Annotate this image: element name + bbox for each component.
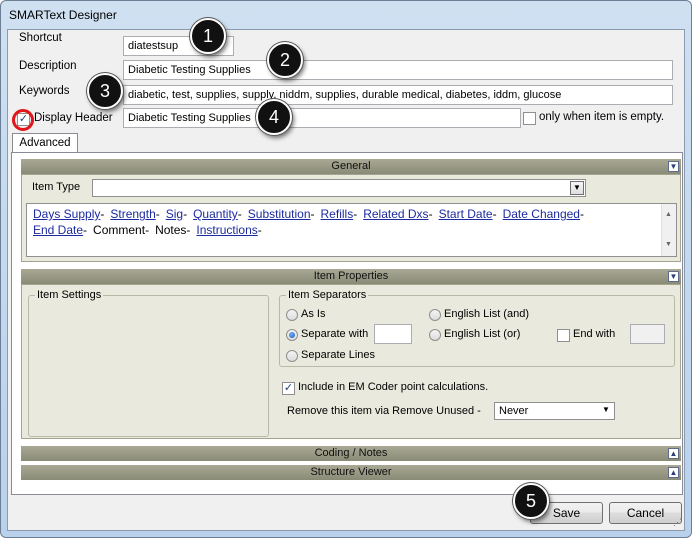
memo-scrollbar[interactable]: ▲ ▼ bbox=[661, 204, 676, 256]
end-with-checkbox[interactable] bbox=[557, 329, 570, 342]
item-type-label: Item Type bbox=[32, 181, 81, 193]
token-separator: - bbox=[310, 207, 315, 221]
token-separator: - bbox=[83, 223, 88, 237]
separate-lines-label: Separate Lines bbox=[301, 349, 375, 361]
item-settings-label: Item Settings bbox=[35, 289, 104, 301]
token-separator: - bbox=[579, 207, 584, 221]
scroll-down-icon[interactable]: ▼ bbox=[665, 237, 672, 253]
only-when-empty-checkbox[interactable] bbox=[523, 112, 536, 125]
save-button-label: Save bbox=[552, 506, 581, 520]
keywords-input[interactable]: diabetic, test, supplies, supply, niddm,… bbox=[123, 85, 673, 105]
description-input[interactable]: Diabetic Testing Supplies bbox=[123, 60, 673, 80]
callout-4: 4 bbox=[256, 99, 292, 135]
include-em-label: Include in EM Coder point calculations. bbox=[298, 381, 489, 393]
resize-grip-icon[interactable]: ⋰ bbox=[673, 517, 682, 528]
token-strength[interactable]: Strength bbox=[110, 207, 155, 221]
separate-with-label: Separate with bbox=[301, 328, 369, 340]
end-with-label: End with bbox=[573, 328, 616, 340]
tab-advanced-label: Advanced bbox=[19, 137, 71, 149]
token-end-date[interactable]: End Date bbox=[33, 223, 83, 237]
token-start-date[interactable]: Start Date bbox=[439, 207, 493, 221]
as-is-label: As Is bbox=[301, 308, 326, 320]
advanced-tab-panel: General ▼ Item Type ▼ Days Supply- Streng… bbox=[11, 152, 683, 495]
callout-1: 1 bbox=[190, 18, 226, 54]
section-item-properties-header[interactable]: Item Properties ▼ bbox=[21, 269, 681, 284]
item-separators-label: Item Separators bbox=[286, 289, 369, 301]
title-bar: SMARText Designer bbox=[1, 1, 691, 29]
only-when-empty-label: only when item is empty. bbox=[539, 111, 665, 123]
token-line-2: End Date- Comment- Notes- Instructions- bbox=[33, 222, 670, 238]
english-list-or-radio[interactable] bbox=[429, 329, 441, 341]
expand-chevron-icon[interactable]: ▲ bbox=[668, 467, 679, 478]
as-is-radio[interactable] bbox=[286, 309, 298, 321]
display-header-label: Display Header bbox=[34, 112, 113, 124]
description-label: Description bbox=[19, 60, 77, 72]
remove-unused-label: Remove this item via Remove Unused - bbox=[287, 405, 481, 417]
separate-with-input[interactable] bbox=[374, 324, 412, 344]
token-refills[interactable]: Refills bbox=[321, 207, 354, 221]
item-separators-group: Item Separators As Is Separate with Sepa… bbox=[279, 289, 675, 367]
token-separator: - bbox=[155, 207, 160, 221]
token-line-1: Days Supply- Strength- Sig- Quantity- Substi… bbox=[33, 206, 670, 222]
cancel-button[interactable]: Cancel bbox=[609, 502, 682, 524]
token-comment: Comment bbox=[93, 223, 146, 237]
section-item-properties-title: Item Properties bbox=[313, 270, 389, 282]
end-with-input[interactable] bbox=[630, 324, 665, 344]
callout-5: 5 bbox=[513, 483, 549, 519]
token-separator: - bbox=[186, 223, 191, 237]
smartext-designer-window: SMARText Designer Shortcut diatestsup De… bbox=[0, 0, 692, 538]
section-general-body: Item Type ▼ Days Supply- Strength- Sig- Qua… bbox=[21, 174, 681, 262]
section-coding-notes-header[interactable]: Coding / Notes ▲ bbox=[21, 446, 681, 461]
token-separator: - bbox=[100, 207, 105, 221]
scroll-up-icon[interactable]: ▲ bbox=[665, 207, 672, 223]
token-date-changed[interactable]: Date Changed bbox=[503, 207, 580, 221]
token-quantity[interactable]: Quantity bbox=[193, 207, 238, 221]
section-general-header[interactable]: General ▼ bbox=[21, 159, 681, 174]
english-list-and-label: English List (and) bbox=[444, 308, 529, 320]
callout-2: 2 bbox=[267, 42, 303, 78]
token-separator: - bbox=[145, 223, 150, 237]
remove-unused-select[interactable]: Never ▼ bbox=[494, 402, 615, 420]
collapse-chevron-icon[interactable]: ▼ bbox=[668, 161, 679, 172]
token-separator: - bbox=[353, 207, 358, 221]
section-structure-viewer-header[interactable]: Structure Viewer ▲ bbox=[21, 465, 681, 480]
token-separator: - bbox=[257, 223, 262, 237]
token-instructions[interactable]: Instructions bbox=[196, 223, 257, 237]
token-separator: - bbox=[183, 207, 188, 221]
tab-advanced[interactable]: Advanced bbox=[12, 133, 78, 153]
shortcut-label: Shortcut bbox=[19, 32, 62, 44]
display-header-input[interactable]: Diabetic Testing Supplies bbox=[123, 108, 521, 128]
cancel-button-label: Cancel bbox=[626, 506, 665, 520]
item-settings-group: Item Settings bbox=[28, 289, 269, 437]
include-em-checkbox[interactable]: ✓ bbox=[282, 382, 295, 395]
window-title: SMARText Designer bbox=[9, 8, 117, 22]
token-separator: - bbox=[237, 207, 242, 221]
remove-unused-value: Never bbox=[499, 405, 529, 417]
chevron-down-icon[interactable]: ▼ bbox=[599, 404, 613, 418]
english-list-and-radio[interactable] bbox=[429, 309, 441, 321]
smartext-token-memo[interactable]: Days Supply- Strength- Sig- Quantity- Substi… bbox=[26, 203, 677, 257]
token-notes: Notes bbox=[155, 223, 187, 237]
separate-lines-radio[interactable] bbox=[286, 350, 298, 362]
collapse-chevron-icon[interactable]: ▼ bbox=[668, 271, 679, 282]
section-structure-viewer-title: Structure Viewer bbox=[310, 466, 392, 478]
keywords-label: Keywords bbox=[19, 85, 70, 97]
section-item-properties-body: Item Settings Item Separators As Is Sepa… bbox=[21, 284, 681, 439]
token-days-supply[interactable]: Days Supply bbox=[33, 207, 100, 221]
chevron-down-icon[interactable]: ▼ bbox=[570, 181, 584, 195]
english-list-or-label: English List (or) bbox=[444, 328, 521, 340]
separate-with-radio[interactable] bbox=[286, 329, 298, 341]
item-type-select[interactable]: ▼ bbox=[92, 179, 586, 197]
section-general-title: General bbox=[331, 160, 371, 172]
section-coding-notes-title: Coding / Notes bbox=[314, 447, 388, 459]
token-separator: - bbox=[428, 207, 433, 221]
expand-chevron-icon[interactable]: ▲ bbox=[668, 448, 679, 459]
token-separator: - bbox=[492, 207, 497, 221]
highlight-ring bbox=[12, 109, 34, 131]
token-sig[interactable]: Sig bbox=[166, 207, 183, 221]
callout-3: 3 bbox=[87, 73, 123, 109]
token-related-dxs[interactable]: Related Dxs bbox=[363, 207, 428, 221]
token-substitution[interactable]: Substitution bbox=[248, 207, 311, 221]
